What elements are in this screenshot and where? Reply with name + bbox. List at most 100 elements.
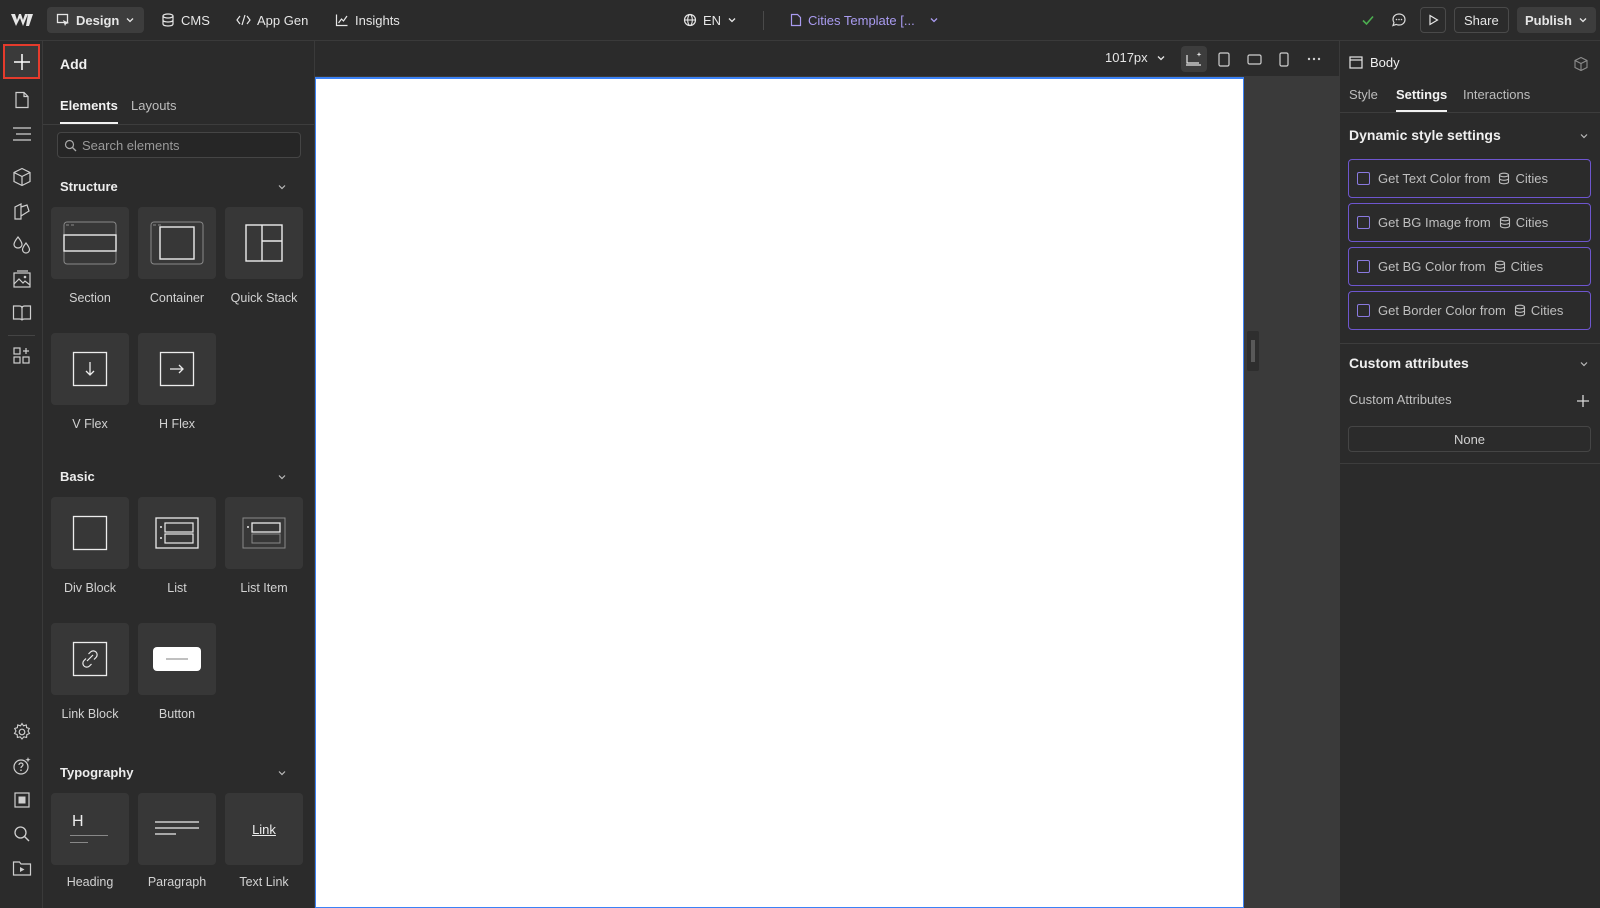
pages-button[interactable] <box>4 83 39 116</box>
tab-layouts[interactable]: Layouts <box>131 98 177 122</box>
border-color-checkbox[interactable] <box>1357 304 1370 317</box>
button-icon <box>153 647 201 671</box>
apps-button[interactable] <box>4 339 39 372</box>
chevron-down-icon[interactable] <box>276 767 288 779</box>
image-icon <box>12 269 31 288</box>
insights-button[interactable]: Insights <box>326 7 409 33</box>
more-options-button[interactable] <box>1301 46 1327 72</box>
variables-button[interactable] <box>4 228 39 261</box>
play-icon <box>1429 14 1439 26</box>
chevron-down-icon[interactable] <box>1578 130 1590 142</box>
bg-color-checkbox[interactable] <box>1357 260 1370 273</box>
arrow-down-box-icon <box>72 351 108 387</box>
section-heading-basic[interactable]: Basic <box>60 469 95 484</box>
element-tile-button[interactable] <box>138 623 216 695</box>
element-tile-div-block[interactable] <box>51 497 129 569</box>
tab-interactions[interactable]: Interactions <box>1463 87 1530 110</box>
add-panel-tabs: Elements Layouts <box>43 90 314 125</box>
webflow-logo[interactable] <box>10 11 34 29</box>
section-heading-typography[interactable]: Typography <box>60 765 133 780</box>
breakpoint-tablet-button[interactable] <box>1211 46 1237 72</box>
element-tile-quick-stack[interactable] <box>225 207 303 279</box>
canvas-width-selector[interactable]: 1017px <box>1105 50 1166 65</box>
chevron-down-icon <box>728 18 736 23</box>
element-tile-list-item[interactable] <box>225 497 303 569</box>
add-panel-title: Add <box>60 56 88 72</box>
element-tile-paragraph[interactable] <box>138 793 216 865</box>
share-label: Share <box>1464 12 1499 28</box>
locale-selector[interactable]: EN <box>674 7 746 33</box>
canvas-resize-handle[interactable] <box>1247 331 1259 371</box>
add-attribute-plus-icon[interactable] <box>1576 394 1590 408</box>
tab-elements[interactable]: Elements <box>60 98 118 124</box>
quick-stack-icon <box>245 224 283 262</box>
navigator-icon <box>12 126 31 141</box>
page-selector[interactable]: Cities Template [... <box>781 7 948 33</box>
search-elements-field[interactable] <box>57 132 301 158</box>
app-gen-button[interactable]: App Gen <box>227 7 317 33</box>
chart-line-icon <box>335 14 348 27</box>
components-button[interactable] <box>4 160 39 193</box>
element-tile-container[interactable] <box>138 207 216 279</box>
cms-button[interactable]: CMS <box>152 7 219 33</box>
element-label-list: List <box>167 581 187 595</box>
settings-button[interactable] <box>4 715 39 748</box>
element-tile-text-link[interactable]: Link <box>225 793 303 865</box>
dynamic-border-color-option[interactable]: Get Border Color from Cities <box>1348 291 1591 330</box>
section-heading-structure[interactable]: Structure <box>60 179 118 194</box>
book-icon <box>12 304 31 321</box>
custom-attributes-none[interactable]: None <box>1348 426 1591 452</box>
locale-label: EN <box>703 12 722 28</box>
section-divider <box>1340 343 1600 344</box>
element-tile-section[interactable] <box>51 207 129 279</box>
preview-button[interactable] <box>1420 7 1446 33</box>
publish-button[interactable]: Publish <box>1517 7 1596 33</box>
dynamic-style-heading[interactable]: Dynamic style settings <box>1349 127 1501 143</box>
container-icon <box>150 221 204 265</box>
publish-label: Publish <box>1525 12 1572 28</box>
component-icon[interactable] <box>1573 56 1589 72</box>
list-icon <box>155 517 199 549</box>
search-elements-input[interactable] <box>82 137 292 153</box>
element-tile-v-flex[interactable] <box>51 333 129 405</box>
dynamic-option-source: Cities <box>1515 171 1548 186</box>
element-tile-link-block[interactable] <box>51 623 129 695</box>
add-panel-button[interactable] <box>3 44 40 79</box>
breakpoint-portrait-button[interactable] <box>1271 46 1297 72</box>
navigator-button[interactable] <box>4 117 39 150</box>
design-cursor-icon <box>56 13 69 26</box>
element-tile-heading[interactable]: H <box>51 793 129 865</box>
element-tile-h-flex[interactable] <box>138 333 216 405</box>
share-button[interactable]: Share <box>1454 7 1509 33</box>
custom-attributes-heading[interactable]: Custom attributes <box>1349 355 1469 371</box>
help-button[interactable] <box>4 749 39 782</box>
folder-play-icon <box>12 860 31 876</box>
search-button[interactable] <box>4 817 39 850</box>
breakpoint-desktop-button[interactable] <box>1181 46 1207 72</box>
tab-style[interactable]: Style <box>1349 87 1378 110</box>
comments-button[interactable] <box>1386 7 1412 33</box>
dynamic-text-color-option[interactable]: Get Text Color from Cities <box>1348 159 1591 198</box>
tab-settings[interactable]: Settings <box>1396 87 1448 112</box>
style-selectors-button[interactable] <box>4 194 39 227</box>
heading-icon-glyph: H <box>72 813 84 830</box>
dynamic-bg-color-option[interactable]: Get BG Color from Cities <box>1348 247 1591 286</box>
assets-button[interactable] <box>4 262 39 295</box>
chevron-down-icon[interactable] <box>276 181 288 193</box>
stop-button[interactable] <box>4 783 39 816</box>
chevron-down-icon[interactable] <box>276 471 288 483</box>
rail-divider <box>8 335 35 336</box>
canvas-page-body[interactable] <box>315 77 1244 908</box>
text-color-checkbox[interactable] <box>1357 172 1370 185</box>
bg-image-checkbox[interactable] <box>1357 216 1370 229</box>
element-label-text-link: Text Link <box>239 875 289 889</box>
design-mode-button[interactable]: Design <box>47 7 145 33</box>
element-tile-list[interactable] <box>138 497 216 569</box>
code-icon <box>236 14 251 26</box>
video-tutorials-button[interactable] <box>4 851 39 884</box>
library-button[interactable] <box>4 296 39 329</box>
dynamic-bg-image-option[interactable]: Get BG Image from Cities <box>1348 203 1591 242</box>
element-label-container: Container <box>149 291 205 305</box>
chevron-down-icon[interactable] <box>1578 358 1590 370</box>
breakpoint-landscape-button[interactable] <box>1241 46 1267 72</box>
